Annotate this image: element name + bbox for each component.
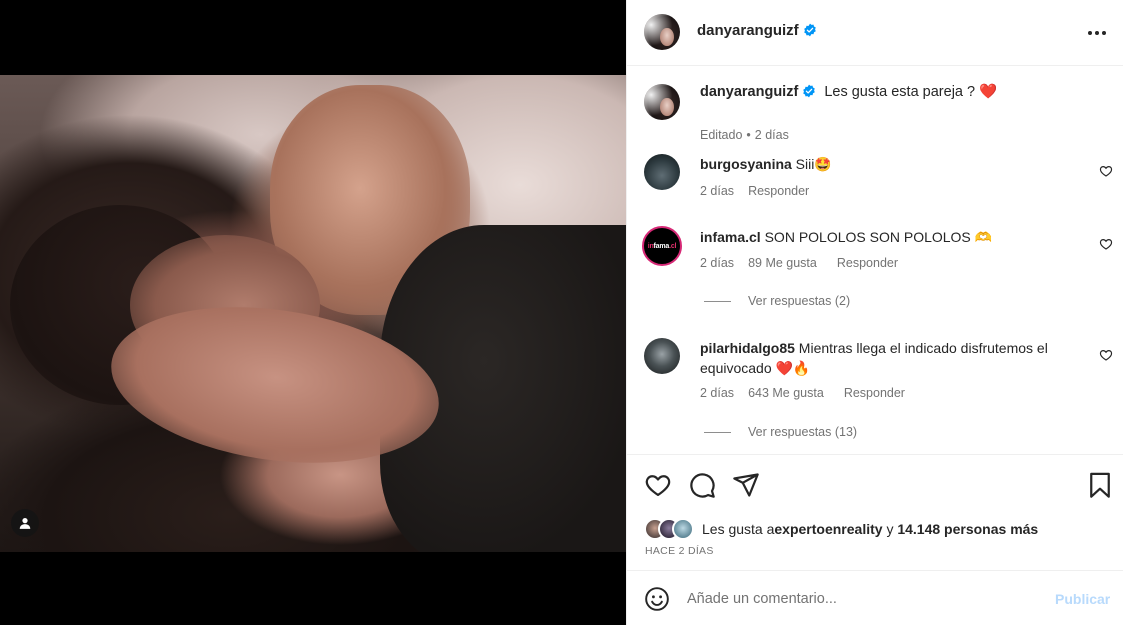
emoji-icon[interactable] (644, 586, 670, 612)
likes-middle: y (882, 521, 898, 537)
commenter-avatar[interactable] (644, 338, 680, 374)
likes-summary: Les gusta a expertoenreality y 14.148 pe… (644, 517, 1038, 541)
commenter-username[interactable]: infama.cl (700, 229, 761, 245)
dot-icon (1095, 31, 1099, 35)
comment-likes[interactable]: 89 Me gusta (748, 256, 817, 270)
post-timestamp[interactable]: HACE 2 DÍAS (645, 545, 714, 557)
comment-likes[interactable]: 643 Me gusta (748, 386, 824, 400)
comment-like-heart-icon[interactable] (1099, 164, 1113, 178)
comment-text: infama.cl SON POLOLOS SON POLOLOS 🫶 (700, 227, 1080, 247)
post-actions: Les gusta a expertoenreality y 14.148 pe… (627, 454, 1123, 570)
tagged-users-button[interactable] (11, 509, 39, 537)
comment-meta: 2 días Responder (700, 184, 823, 198)
commenter-username[interactable]: pilarhidalgo85 (700, 340, 795, 356)
caption-text: danyaranguizf Les gusta esta pareja ? ❤️ (700, 82, 1080, 102)
replies-divider (704, 300, 731, 302)
comment-time[interactable]: 2 días (700, 386, 734, 400)
comment-like-heart-icon[interactable] (1099, 348, 1113, 362)
author-avatar[interactable] (644, 14, 680, 50)
commenter-username[interactable]: burgosyanina (700, 156, 792, 172)
view-replies-label[interactable]: Ver respuestas (13) (748, 425, 857, 439)
reply-button[interactable]: Responder (844, 386, 905, 400)
edited-label: Editado (700, 128, 743, 142)
dot-icon (1088, 31, 1092, 35)
comment-body: SON POLOLOS SON POLOLOS 🫶 (760, 229, 993, 245)
reply-button[interactable]: Responder (837, 256, 898, 270)
comment-time[interactable]: 2 días (700, 184, 734, 198)
heart-icon[interactable] (644, 471, 672, 499)
commenter-avatar[interactable]: infama.cl (642, 226, 682, 266)
likes-prefix: Les gusta a (702, 521, 775, 537)
verified-badge-icon (803, 84, 816, 98)
comment-icon[interactable] (688, 471, 716, 499)
more-options-button[interactable] (1083, 22, 1111, 44)
liker-username[interactable]: expertoenreality (774, 521, 882, 537)
post-header: danyaranguizf (627, 0, 1123, 66)
verified-badge-icon (803, 23, 816, 37)
caption-time: 2 días (754, 128, 789, 142)
comment-meta: 2 días 643 Me gusta Responder (700, 386, 919, 400)
view-replies-button[interactable]: Ver respuestas (2) (704, 294, 850, 308)
infama-logo: infama.cl (647, 242, 677, 250)
post-media[interactable] (0, 0, 626, 625)
meta-separator: • (746, 128, 751, 142)
dot-icon (1102, 31, 1106, 35)
publish-button[interactable]: Publicar (1055, 591, 1110, 607)
comment-like-heart-icon[interactable] (1099, 237, 1113, 251)
caption-username[interactable]: danyaranguizf (700, 84, 798, 100)
commenter-avatar[interactable] (644, 154, 680, 190)
author-username-text[interactable]: danyaranguizf (697, 22, 799, 39)
bookmark-icon[interactable] (1086, 471, 1114, 499)
author-username[interactable]: danyaranguizf (697, 22, 817, 39)
likes-count[interactable]: 14.148 personas más (897, 521, 1038, 537)
post-photo[interactable] (0, 75, 626, 552)
comments-list[interactable]: danyaranguizf Les gusta esta pareja ? ❤️… (627, 66, 1123, 454)
caption-body: Les gusta esta pareja ? (824, 84, 980, 100)
caption-meta: Editado • 2 días (700, 128, 803, 142)
comment-body: Siii🤩 (791, 156, 832, 172)
comment-time[interactable]: 2 días (700, 256, 734, 270)
heart-emoji-icon: ❤️ (979, 84, 998, 100)
add-comment-bar: Publicar (627, 570, 1123, 625)
reply-button[interactable]: Responder (748, 184, 809, 198)
comment-meta: 2 días 89 Me gusta Responder (700, 256, 912, 270)
comment-text: pilarhidalgo85 Mientras llega el indicad… (700, 338, 1085, 378)
view-replies-label[interactable]: Ver respuestas (2) (748, 294, 850, 308)
liker-avatars (644, 518, 694, 540)
replies-divider (704, 431, 731, 433)
author-avatar[interactable] (644, 84, 680, 120)
post-side-panel: danyaranguizf danyaranguizf Les gusta es… (626, 0, 1123, 625)
comment-text: burgosyanina Siii🤩 (700, 154, 1080, 174)
user-icon (19, 518, 31, 529)
liker-avatar[interactable] (672, 518, 694, 540)
view-replies-button[interactable]: Ver respuestas (13) (704, 425, 857, 439)
share-icon[interactable] (732, 471, 760, 499)
comment-input[interactable] (687, 585, 1047, 613)
